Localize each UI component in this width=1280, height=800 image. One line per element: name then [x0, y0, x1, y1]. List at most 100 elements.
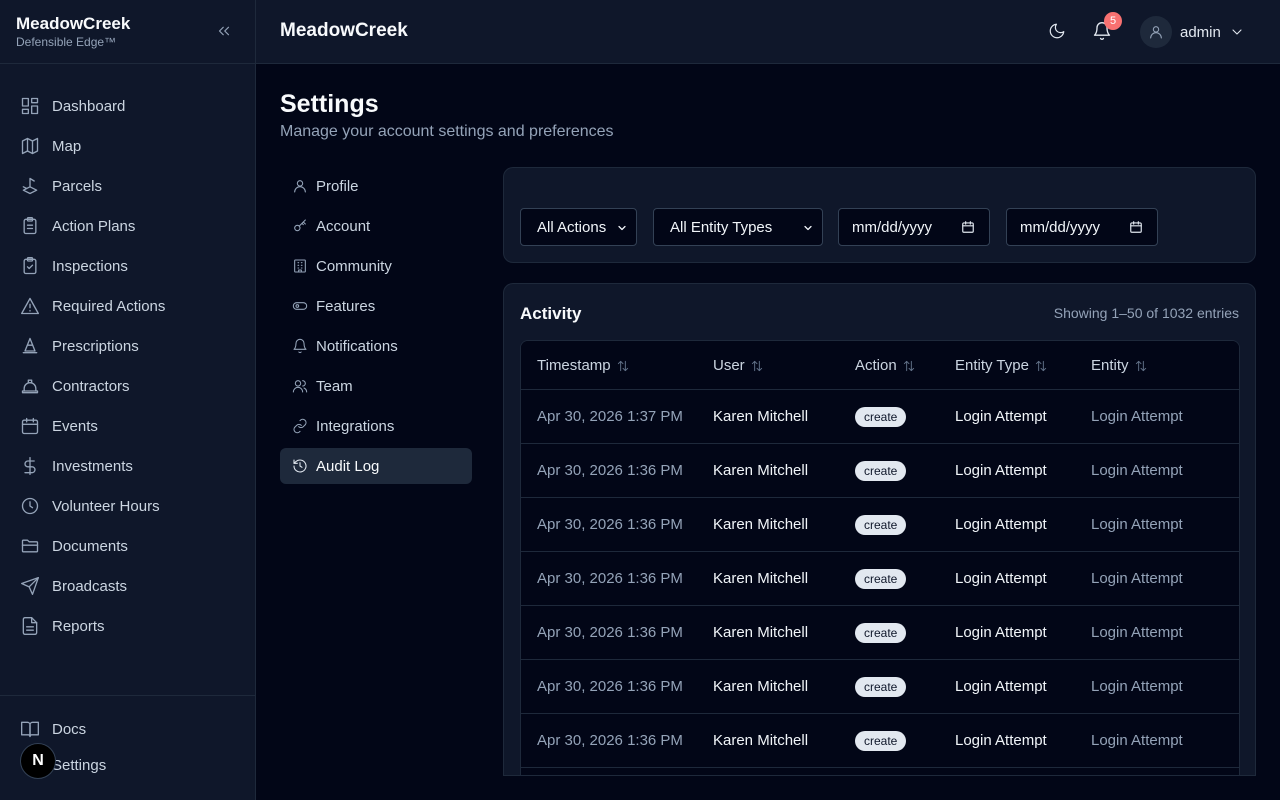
- settings-tab-community[interactable]: Community: [280, 248, 472, 284]
- sidebar-item-label: Reports: [52, 617, 105, 635]
- calendar-icon: [1130, 221, 1142, 233]
- collapse-sidebar-button[interactable]: [215, 22, 233, 40]
- column-header-timestamp[interactable]: Timestamp: [537, 357, 630, 374]
- chevron-down-icon: [618, 225, 626, 231]
- table-row[interactable]: [521, 768, 1239, 775]
- action-badge: create: [855, 623, 907, 643]
- settings-tab-profile[interactable]: Profile: [280, 168, 472, 204]
- sidebar-item-parcels[interactable]: Parcels: [0, 166, 255, 206]
- table-row[interactable]: Apr 30, 2026 1:36 PM Karen Mitchell crea…: [521, 552, 1239, 606]
- table-row[interactable]: Apr 30, 2026 1:36 PM Karen Mitchell crea…: [521, 444, 1239, 498]
- cell-user: Karen Mitchell: [713, 624, 809, 641]
- cell-timestamp: Apr 30, 2026 1:36 PM: [537, 570, 683, 587]
- sidebar-item-contractors[interactable]: Contractors: [0, 366, 255, 406]
- cell-timestamp: Apr 30, 2026 1:36 PM: [537, 732, 683, 749]
- column-header-user[interactable]: User: [713, 357, 764, 374]
- action-filter-select[interactable]: All Actions: [520, 208, 637, 246]
- bell-icon: [293, 338, 307, 354]
- sidebar-item-label: Dashboard: [52, 97, 126, 115]
- sort-icon: [1035, 360, 1047, 371]
- sidebar-item-label: Documents: [52, 537, 128, 555]
- hard-hat-icon: [21, 379, 39, 394]
- settings-nav: Profile Account Community Features Notif…: [280, 168, 472, 488]
- users-icon: [292, 380, 308, 393]
- sidebar-item-map[interactable]: Map: [0, 126, 255, 166]
- topbar: MeadowCreek 5 admin: [256, 0, 1280, 64]
- table-row[interactable]: Apr 30, 2026 1:36 PM Karen Mitchell crea…: [521, 498, 1239, 552]
- sidebar-item-label: Required Actions: [52, 297, 166, 315]
- date-from-input[interactable]: mm/dd/yyyy: [838, 208, 990, 246]
- settings-tab-label: Profile: [316, 177, 359, 195]
- dashboard-icon: [21, 97, 39, 115]
- cell-entity: Login Attempt: [1091, 570, 1183, 587]
- sidebar-item-events[interactable]: Events: [0, 406, 255, 446]
- calendar-icon: [21, 417, 39, 435]
- sidebar-item-label: Events: [52, 417, 98, 435]
- cell-entity-type: Login Attempt: [955, 732, 1047, 749]
- sidebar-item-label: Broadcasts: [52, 577, 128, 595]
- settings-tab-account[interactable]: Account: [280, 208, 472, 244]
- chevron-down-icon: [804, 225, 812, 231]
- theme-toggle-button[interactable]: [1048, 22, 1066, 40]
- cell-entity-type: Login Attempt: [955, 570, 1047, 587]
- app-title: MeadowCreek: [280, 20, 408, 41]
- column-header-label: Entity: [1091, 357, 1129, 374]
- date-to-placeholder: mm/dd/yyyy: [1020, 218, 1101, 236]
- sidebar-item-inspections[interactable]: Inspections: [0, 246, 255, 286]
- settings-tab-label: Community: [316, 257, 392, 275]
- cone-icon: [22, 337, 38, 354]
- sidebar-item-label: Prescriptions: [52, 337, 139, 355]
- cell-entity-type: Login Attempt: [955, 624, 1047, 641]
- sidebar-item-investments[interactable]: Investments: [0, 446, 255, 486]
- settings-tab-label: Integrations: [316, 417, 395, 435]
- toggle-icon: [292, 302, 308, 310]
- date-to-input[interactable]: mm/dd/yyyy: [1006, 208, 1158, 246]
- brand: MeadowCreek Defensible Edge™: [0, 0, 255, 64]
- clock-icon: [21, 497, 39, 515]
- settings-tab-integrations[interactable]: Integrations: [280, 408, 472, 444]
- history-icon: [293, 459, 307, 473]
- settings-tab-team[interactable]: Team: [280, 368, 472, 404]
- cell-action: create: [855, 407, 907, 427]
- sidebar-item-volunteer-hours[interactable]: Volunteer Hours: [0, 486, 255, 526]
- nextjs-dev-badge[interactable]: N: [20, 743, 56, 779]
- sidebar-item-required-actions[interactable]: Required Actions: [0, 286, 255, 326]
- sidebar-item-broadcasts[interactable]: Broadcasts: [0, 566, 255, 606]
- settings-tab-audit-log[interactable]: Audit Log: [280, 448, 472, 484]
- cell-entity-type: Login Attempt: [955, 462, 1047, 479]
- sidebar-item-reports[interactable]: Reports: [0, 606, 255, 646]
- activity-title: Activity: [520, 304, 582, 323]
- sidebar-item-label: Parcels: [52, 177, 103, 195]
- sidebar-item-prescriptions[interactable]: Prescriptions: [0, 326, 255, 366]
- settings-tab-features[interactable]: Features: [280, 288, 472, 324]
- user-icon: [294, 180, 306, 193]
- user-menu-button[interactable]: admin: [1140, 16, 1245, 48]
- cell-entity: Login Attempt: [1091, 678, 1183, 695]
- table-row[interactable]: Apr 30, 2026 1:36 PM Karen Mitchell crea…: [521, 660, 1239, 714]
- settings-tab-notifications[interactable]: Notifications: [280, 328, 472, 364]
- cell-entity-type: Login Attempt: [955, 516, 1047, 533]
- action-badge: create: [855, 461, 907, 481]
- cell-action: create: [855, 731, 907, 751]
- audit-filters: All Actions All Entity Types mm/dd/yyyy …: [503, 167, 1256, 263]
- action-badge: create: [855, 569, 907, 589]
- page-title: Settings: [280, 90, 379, 118]
- column-header-entity[interactable]: Entity: [1091, 357, 1148, 374]
- cell-user: Karen Mitchell: [713, 678, 809, 695]
- table-row[interactable]: Apr 30, 2026 1:37 PM Karen Mitchell crea…: [521, 390, 1239, 444]
- activity-card: Activity Showing 1–50 of 1032 entries Ti…: [503, 283, 1256, 776]
- sidebar-item-action-plans[interactable]: Action Plans: [0, 206, 255, 246]
- table-row[interactable]: Apr 30, 2026 1:36 PM Karen Mitchell crea…: [521, 714, 1239, 768]
- table-row[interactable]: Apr 30, 2026 1:36 PM Karen Mitchell crea…: [521, 606, 1239, 660]
- sidebar-item-docs[interactable]: Docs: [0, 711, 255, 747]
- column-header-action[interactable]: Action: [855, 357, 916, 374]
- clipboard-check-icon: [23, 257, 37, 275]
- entity-type-filter-select[interactable]: All Entity Types: [653, 208, 823, 246]
- action-badge: create: [855, 515, 907, 535]
- cell-user: Karen Mitchell: [713, 516, 809, 533]
- cell-timestamp: Apr 30, 2026 1:37 PM: [537, 408, 683, 425]
- column-header-entity-type[interactable]: Entity Type: [955, 357, 1048, 374]
- sidebar-item-documents[interactable]: Documents: [0, 526, 255, 566]
- entries-count: Showing 1–50 of 1032 entries: [1053, 305, 1239, 321]
- sidebar-item-dashboard[interactable]: Dashboard: [0, 86, 255, 126]
